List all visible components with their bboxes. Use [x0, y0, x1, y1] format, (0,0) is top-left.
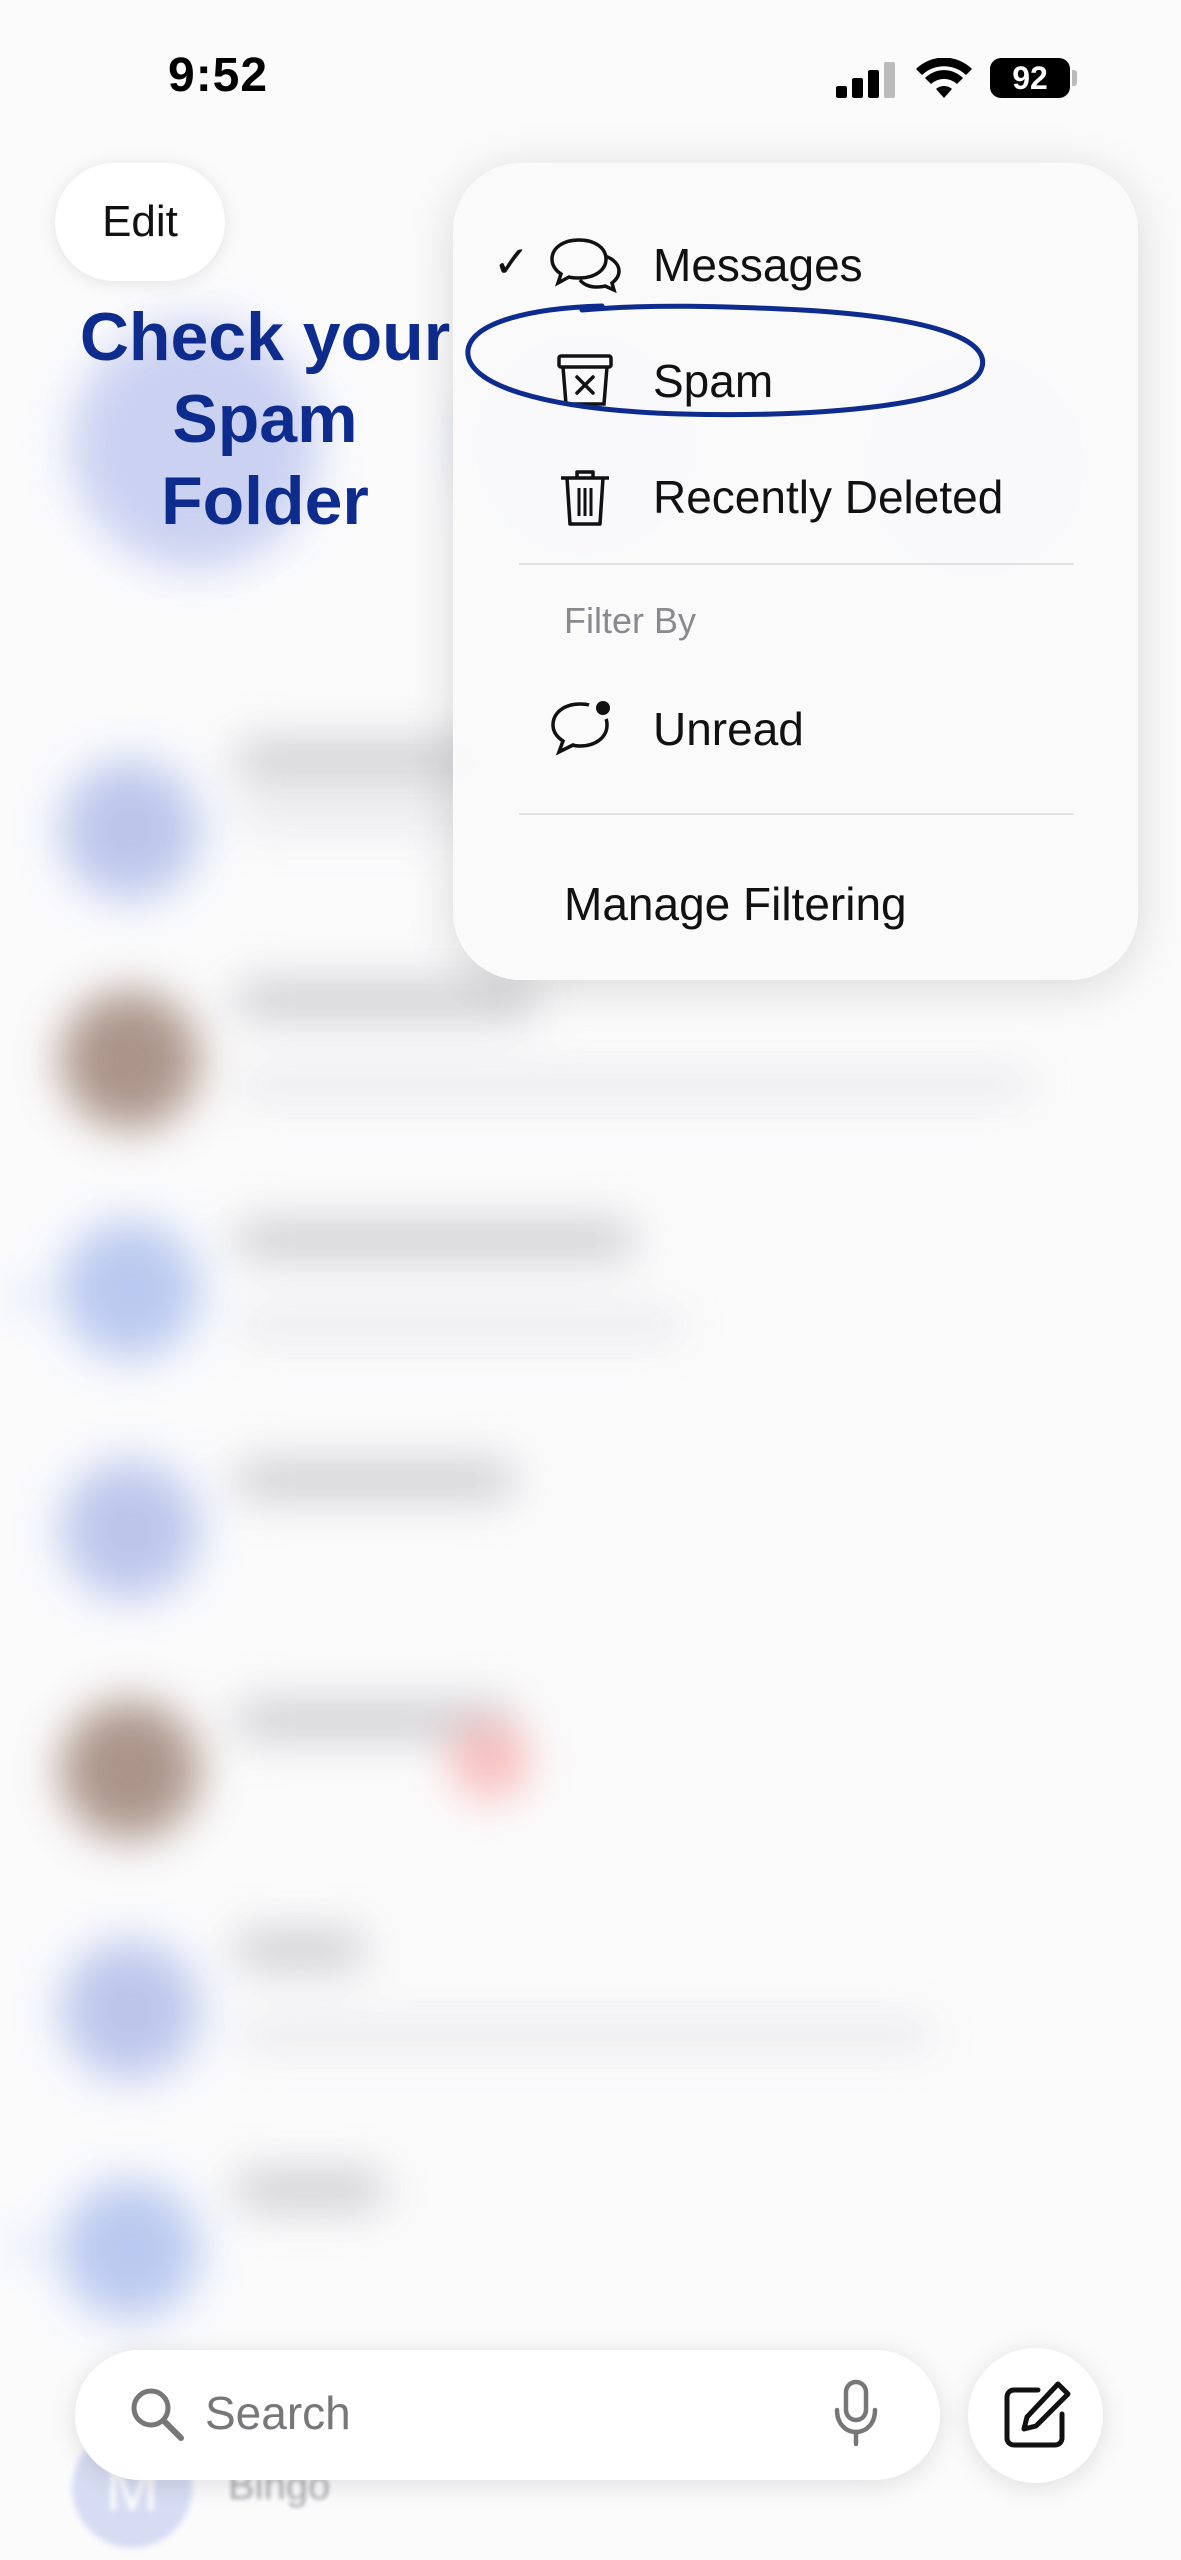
checkmark-icon: ✓ [493, 238, 530, 287]
wifi-icon [916, 58, 972, 98]
menu-item-messages[interactable]: ✓ Messages [453, 217, 1138, 313]
search-icon [131, 2388, 184, 2441]
annotation-line: Check your [79, 299, 451, 375]
annotation-line: Folder [161, 463, 369, 539]
trash-icon [561, 470, 609, 526]
menu-item-unread[interactable]: Unread [453, 681, 1138, 777]
conversation-name [235, 980, 535, 1020]
unread-icon [551, 701, 610, 756]
conversation-name [235, 1220, 635, 1260]
conversation-name [235, 2170, 385, 2210]
edit-button[interactable]: Edit [55, 163, 225, 281]
menu-divider [519, 813, 1074, 815]
compose-button[interactable] [968, 2348, 1103, 2483]
manage-filtering-button[interactable]: Manage Filtering [564, 877, 907, 931]
search-field[interactable]: Search [75, 2350, 940, 2480]
cellular-signal-icon [836, 62, 896, 98]
menu-divider [519, 563, 1074, 565]
compose-icon [1004, 2381, 1071, 2448]
annotation-line: Spam [172, 381, 358, 457]
microphone-icon[interactable] [831, 2378, 881, 2450]
conversation-avatar [60, 1940, 200, 2080]
conversation-name [235, 1930, 365, 1970]
emoji-reaction [450, 1720, 530, 1800]
conversation-avatar [60, 1460, 200, 1600]
menu-item-recently-deleted[interactable]: Recently Deleted [453, 449, 1138, 545]
conversation-avatar [60, 990, 200, 1130]
conversation-name [235, 1460, 515, 1500]
conversation-preview [235, 1070, 1035, 1100]
unread-dot [18, 1290, 32, 1304]
annotation-text: Check your Spam Folder [70, 296, 460, 542]
menu-item-label: Messages [653, 239, 863, 291]
search-placeholder: Search [205, 2387, 351, 2439]
conversation-preview [235, 2020, 935, 2050]
filter-menu: ✓ Messages Spam Recently Deleted Filter … [453, 163, 1138, 980]
conversation-avatar [60, 1700, 200, 1840]
battery-tip [1072, 70, 1077, 86]
unread-dot [18, 2240, 32, 2254]
conversation-avatar [60, 760, 200, 900]
messages-icon [550, 238, 621, 294]
filter-by-heading: Filter By [564, 600, 697, 641]
menu-item-label: Unread [653, 703, 804, 755]
conversation-avatar [60, 2180, 200, 2320]
conversation-avatar [60, 1220, 200, 1360]
battery-indicator: 92 [990, 58, 1070, 98]
spam-highlight-circle [465, 303, 986, 418]
conversation-preview [235, 1310, 685, 1340]
status-time: 9:52 [168, 49, 269, 102]
menu-item-label: Recently Deleted [653, 471, 1004, 523]
